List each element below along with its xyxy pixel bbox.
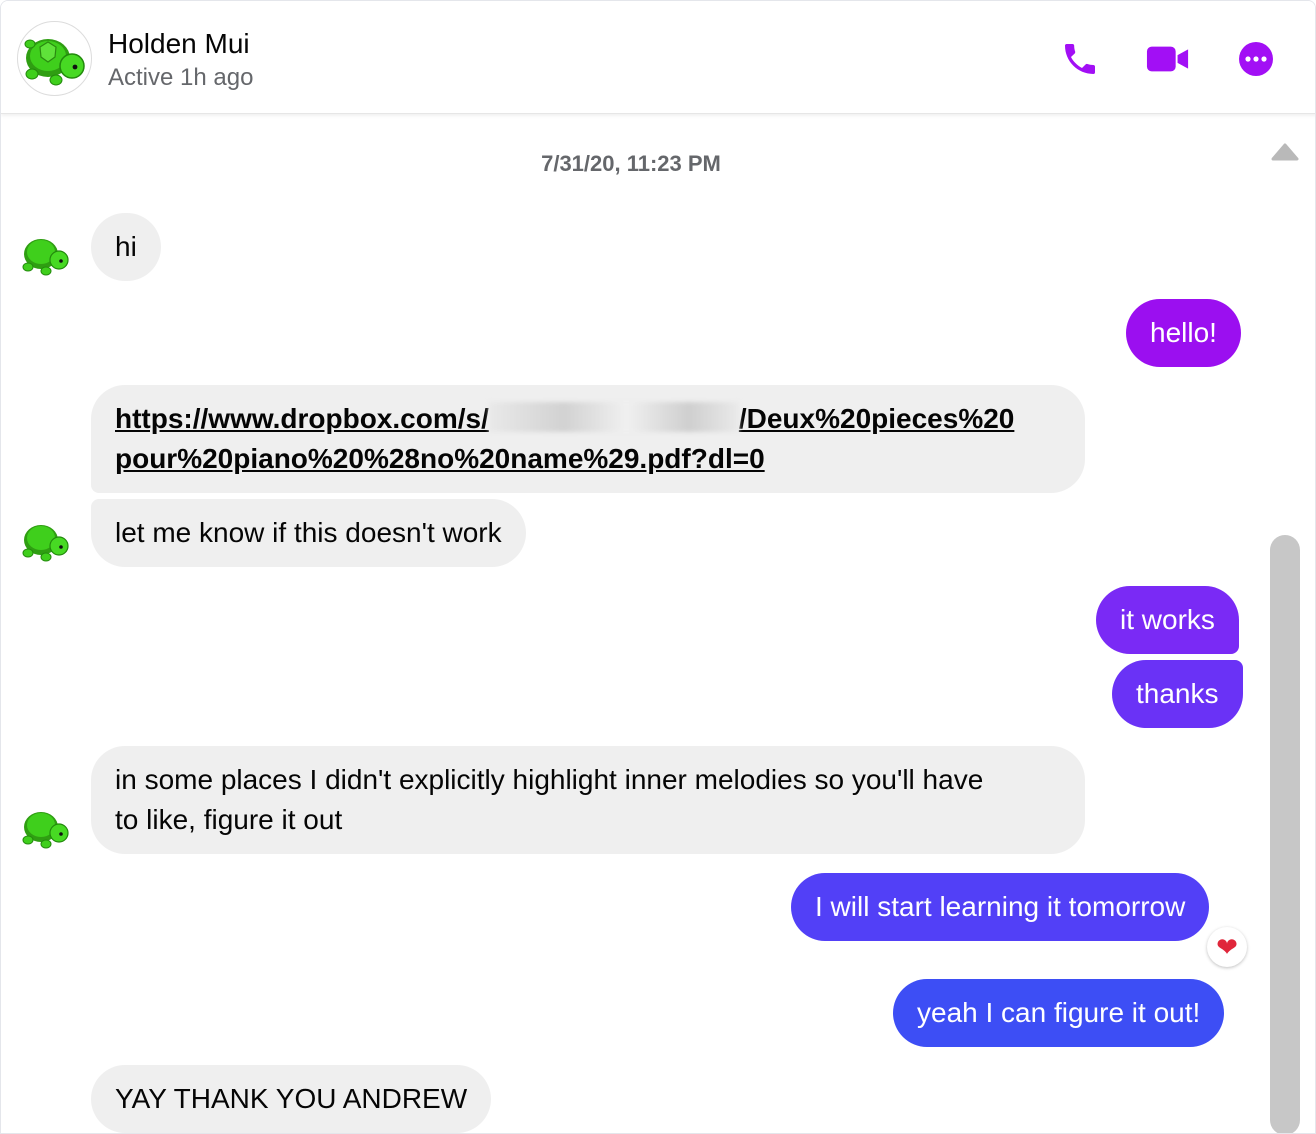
- turtle-avatar-icon[interactable]: [17, 227, 73, 283]
- outgoing-message[interactable]: hello!: [1126, 299, 1241, 367]
- message-thread: 7/31/20, 11:23 PM hi hello! https://www.…: [1, 115, 1315, 1133]
- outgoing-message[interactable]: thanks: [1112, 660, 1243, 728]
- outgoing-message[interactable]: yeah I can figure it out!: [893, 979, 1225, 1047]
- more-options-button[interactable]: [1234, 37, 1278, 81]
- outgoing-message[interactable]: it works: [1096, 586, 1239, 654]
- contact-name[interactable]: Holden Mui: [108, 28, 250, 60]
- dropbox-link[interactable]: https://www.dropbox.com/s//Deux%20pieces…: [115, 402, 1014, 474]
- video-camera-icon: [1146, 46, 1189, 72]
- chat-header: Holden Mui Active 1h ago: [1, 1, 1315, 114]
- heart-reaction[interactable]: ❤: [1207, 927, 1247, 967]
- redacted-link-segment: [488, 402, 739, 432]
- video-call-button[interactable]: [1146, 37, 1190, 81]
- turtle-avatar-icon: [24, 39, 85, 86]
- chat-window: Holden Mui Active 1h ago 7/31/20, 11:23 …: [0, 0, 1316, 1134]
- incoming-link-message[interactable]: https://www.dropbox.com/s//Deux%20pieces…: [91, 385, 1085, 493]
- scroll-up-arrow[interactable]: [1269, 137, 1301, 165]
- message-timestamp: 7/31/20, 11:23 PM: [541, 151, 721, 176]
- incoming-message[interactable]: in some places I didn't explicitly highl…: [91, 746, 1085, 854]
- incoming-message[interactable]: YAY THANK YOU ANDREW: [91, 1065, 492, 1133]
- message-line: in some places I didn't explicitly highl…: [115, 764, 984, 795]
- audio-call-button[interactable]: [1058, 37, 1102, 81]
- active-status: Active 1h ago: [108, 64, 254, 91]
- triangle-up-icon: [1271, 143, 1299, 161]
- message-line: to like, figure it out: [115, 804, 343, 835]
- contact-avatar[interactable]: [17, 21, 92, 96]
- incoming-message[interactable]: let me know if this doesn't work: [91, 499, 526, 567]
- incoming-message[interactable]: hi: [91, 213, 161, 281]
- scrollbar-thumb[interactable]: [1270, 535, 1300, 1133]
- turtle-avatar-icon[interactable]: [17, 800, 73, 856]
- turtle-avatar-icon[interactable]: [17, 513, 73, 569]
- phone-icon: [1065, 44, 1095, 74]
- scrollbar-track[interactable]: [1270, 535, 1300, 1133]
- more-options-icon: [1239, 42, 1273, 76]
- outgoing-message[interactable]: I will start learning it tomorrow: [791, 873, 1210, 941]
